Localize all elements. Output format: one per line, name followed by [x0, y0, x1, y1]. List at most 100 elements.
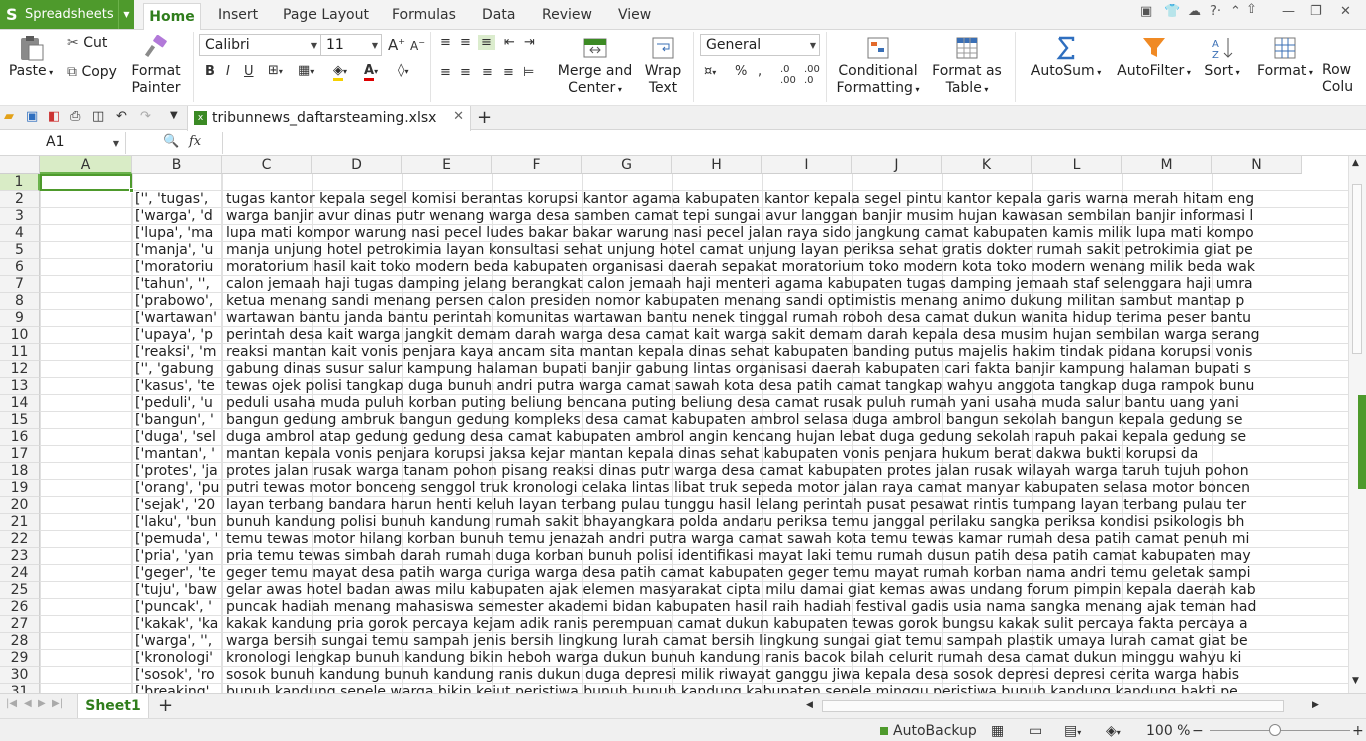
- cell-a[interactable]: [40, 293, 132, 310]
- chevron-down-icon[interactable]: ▼: [170, 110, 178, 121]
- align-top-icon[interactable]: ≡: [440, 35, 451, 50]
- cell-c[interactable]: protes jalan rusak warga tanam pohon pis…: [222, 463, 1348, 480]
- cell-b[interactable]: ['manja', 'u: [132, 242, 222, 259]
- scroll-up-icon[interactable]: ▲: [1352, 158, 1359, 168]
- print-icon[interactable]: ⎙: [70, 109, 80, 124]
- format-painter-button[interactable]: Format Painter: [128, 35, 184, 97]
- borders-icon[interactable]: ⊞▾: [268, 63, 283, 78]
- last-sheet-icon[interactable]: ▶|: [52, 698, 63, 709]
- cell-a[interactable]: [40, 497, 132, 514]
- column-header-m[interactable]: M: [1122, 156, 1212, 174]
- cell-a[interactable]: [40, 310, 132, 327]
- tab-insert[interactable]: Insert: [218, 7, 258, 23]
- merge-center-button[interactable]: Merge and Center ▾: [556, 35, 634, 98]
- close-tab-icon[interactable]: ✕: [453, 109, 464, 124]
- cell-a[interactable]: [40, 412, 132, 429]
- cell-style-icon[interactable]: ▦▾: [298, 63, 314, 78]
- zoom-slider-thumb[interactable]: [1269, 724, 1281, 736]
- row-header[interactable]: 15: [0, 412, 40, 429]
- decrease-font-icon[interactable]: A−: [410, 38, 425, 53]
- row-header[interactable]: 31: [0, 684, 40, 693]
- cell-c[interactable]: peduli usaha muda puluh korban puting be…: [222, 395, 1348, 412]
- fill-color-icon[interactable]: ◈▾: [333, 63, 347, 81]
- align-bottom-icon[interactable]: ≡: [478, 35, 495, 50]
- cell-c[interactable]: mantan kepala vonis penjara korupsi jaks…: [222, 446, 1348, 463]
- cell-c[interactable]: temu tewas motor hilang korban bunuh tem…: [222, 531, 1348, 548]
- scroll-right-icon[interactable]: ▶: [1312, 700, 1319, 710]
- row-header[interactable]: 26: [0, 599, 40, 616]
- wrap-text-button[interactable]: Wrap Text: [640, 35, 686, 97]
- cell-c[interactable]: reaksi mantan kait vonis penjara kaya an…: [222, 344, 1348, 361]
- tab-formulas[interactable]: Formulas: [392, 7, 456, 23]
- vertical-scroll-thumb[interactable]: [1352, 184, 1362, 354]
- row-header[interactable]: 27: [0, 616, 40, 633]
- cell-c[interactable]: kronologi lengkap bunuh kandung bikin he…: [222, 650, 1348, 667]
- new-tab-icon[interactable]: +: [477, 107, 492, 128]
- page-break-view-icon[interactable]: ▤▾: [1064, 723, 1081, 739]
- cell-a[interactable]: [40, 463, 132, 480]
- next-sheet-icon[interactable]: ▶: [38, 698, 46, 709]
- cell-c[interactable]: moratorium hasil kait toko modern beda k…: [222, 259, 1348, 276]
- cell-c[interactable]: kakak kandung pria gorok percaya kejam a…: [222, 616, 1348, 633]
- tab-page-layout[interactable]: Page Layout: [283, 7, 369, 23]
- column-header-n[interactable]: N: [1212, 156, 1302, 174]
- cell-a[interactable]: [40, 378, 132, 395]
- cell-b[interactable]: ['breaking',: [132, 684, 222, 693]
- document-tab[interactable]: x tribunnews_daftarsteaming.xlsx ✕: [187, 106, 471, 131]
- tab-view[interactable]: View: [618, 7, 651, 23]
- row-header[interactable]: 9: [0, 310, 40, 327]
- increase-font-icon[interactable]: A+: [388, 36, 405, 54]
- cell-c[interactable]: geger temu mayat desa patih warga curiga…: [222, 565, 1348, 582]
- font-size-select[interactable]: 11 ▼: [320, 34, 382, 56]
- increase-decimal-icon[interactable]: .0.00: [780, 64, 796, 86]
- upload-icon[interactable]: ⇧: [1246, 2, 1257, 22]
- zoom-icon[interactable]: 🔍: [163, 134, 179, 149]
- row-header[interactable]: 29: [0, 650, 40, 667]
- column-header-g[interactable]: G: [582, 156, 672, 174]
- cell-b[interactable]: ['pria', 'yan: [132, 548, 222, 565]
- indent-decrease-icon[interactable]: ⇤: [504, 35, 515, 50]
- row-header[interactable]: 30: [0, 667, 40, 684]
- cell-a[interactable]: [40, 650, 132, 667]
- zoom-in-icon[interactable]: +: [1352, 723, 1364, 739]
- row-header[interactable]: 4: [0, 225, 40, 242]
- cell-a[interactable]: [40, 446, 132, 463]
- format-as-table-button[interactable]: Format as Table ▾: [928, 35, 1006, 98]
- justify-icon[interactable]: ≡: [503, 65, 514, 80]
- row-header[interactable]: 25: [0, 582, 40, 599]
- cell-b[interactable]: ['moratoriu: [132, 259, 222, 276]
- cell-b[interactable]: ['upaya', 'p: [132, 327, 222, 344]
- cell-b[interactable]: ['prabowo',: [132, 293, 222, 310]
- column-header-j[interactable]: J: [852, 156, 942, 174]
- bold-icon[interactable]: B: [205, 64, 215, 79]
- cell-c[interactable]: [222, 174, 1348, 191]
- underline-icon[interactable]: U: [244, 64, 254, 79]
- column-header-b[interactable]: B: [132, 156, 222, 174]
- row-header[interactable]: 3: [0, 208, 40, 225]
- row-header[interactable]: 11: [0, 344, 40, 361]
- cell-b[interactable]: ['warga', 'd: [132, 208, 222, 225]
- cell-b[interactable]: ['sosok', 'ro: [132, 667, 222, 684]
- column-header-e[interactable]: E: [402, 156, 492, 174]
- indent-increase-icon[interactable]: ⇥: [524, 35, 535, 50]
- align-center-icon[interactable]: ≡: [460, 65, 471, 80]
- cell-b[interactable]: ['orang', 'pu: [132, 480, 222, 497]
- cell-c[interactable]: calon jemaah haji tugas damping jelang b…: [222, 276, 1348, 293]
- cell-a[interactable]: [40, 616, 132, 633]
- cell-c[interactable]: bunuh kandung sepele warga bikin kejut p…: [222, 684, 1348, 693]
- cell-c[interactable]: gabung dinas susur salur kampung halaman…: [222, 361, 1348, 378]
- shirt-icon[interactable]: 👕: [1164, 4, 1180, 24]
- row-header[interactable]: 13: [0, 378, 40, 395]
- cell-a[interactable]: [40, 395, 132, 412]
- number-format-select[interactable]: General ▼: [700, 34, 820, 56]
- cell-b[interactable]: ['warga', '',: [132, 633, 222, 650]
- row-header[interactable]: 22: [0, 531, 40, 548]
- row-header[interactable]: 7: [0, 276, 40, 293]
- clear-format-icon[interactable]: ◊▾: [398, 63, 408, 78]
- prev-sheet-icon[interactable]: ◀: [24, 698, 32, 709]
- restore-icon[interactable]: ❐: [1310, 4, 1322, 24]
- open-folder-icon[interactable]: ▰: [4, 109, 14, 124]
- autofilter-button[interactable]: AutoFilter ▾: [1110, 35, 1198, 81]
- cell-c[interactable]: perintah desa kait warga jangkit demam d…: [222, 327, 1348, 344]
- skin-icon[interactable]: ▣: [1140, 4, 1152, 24]
